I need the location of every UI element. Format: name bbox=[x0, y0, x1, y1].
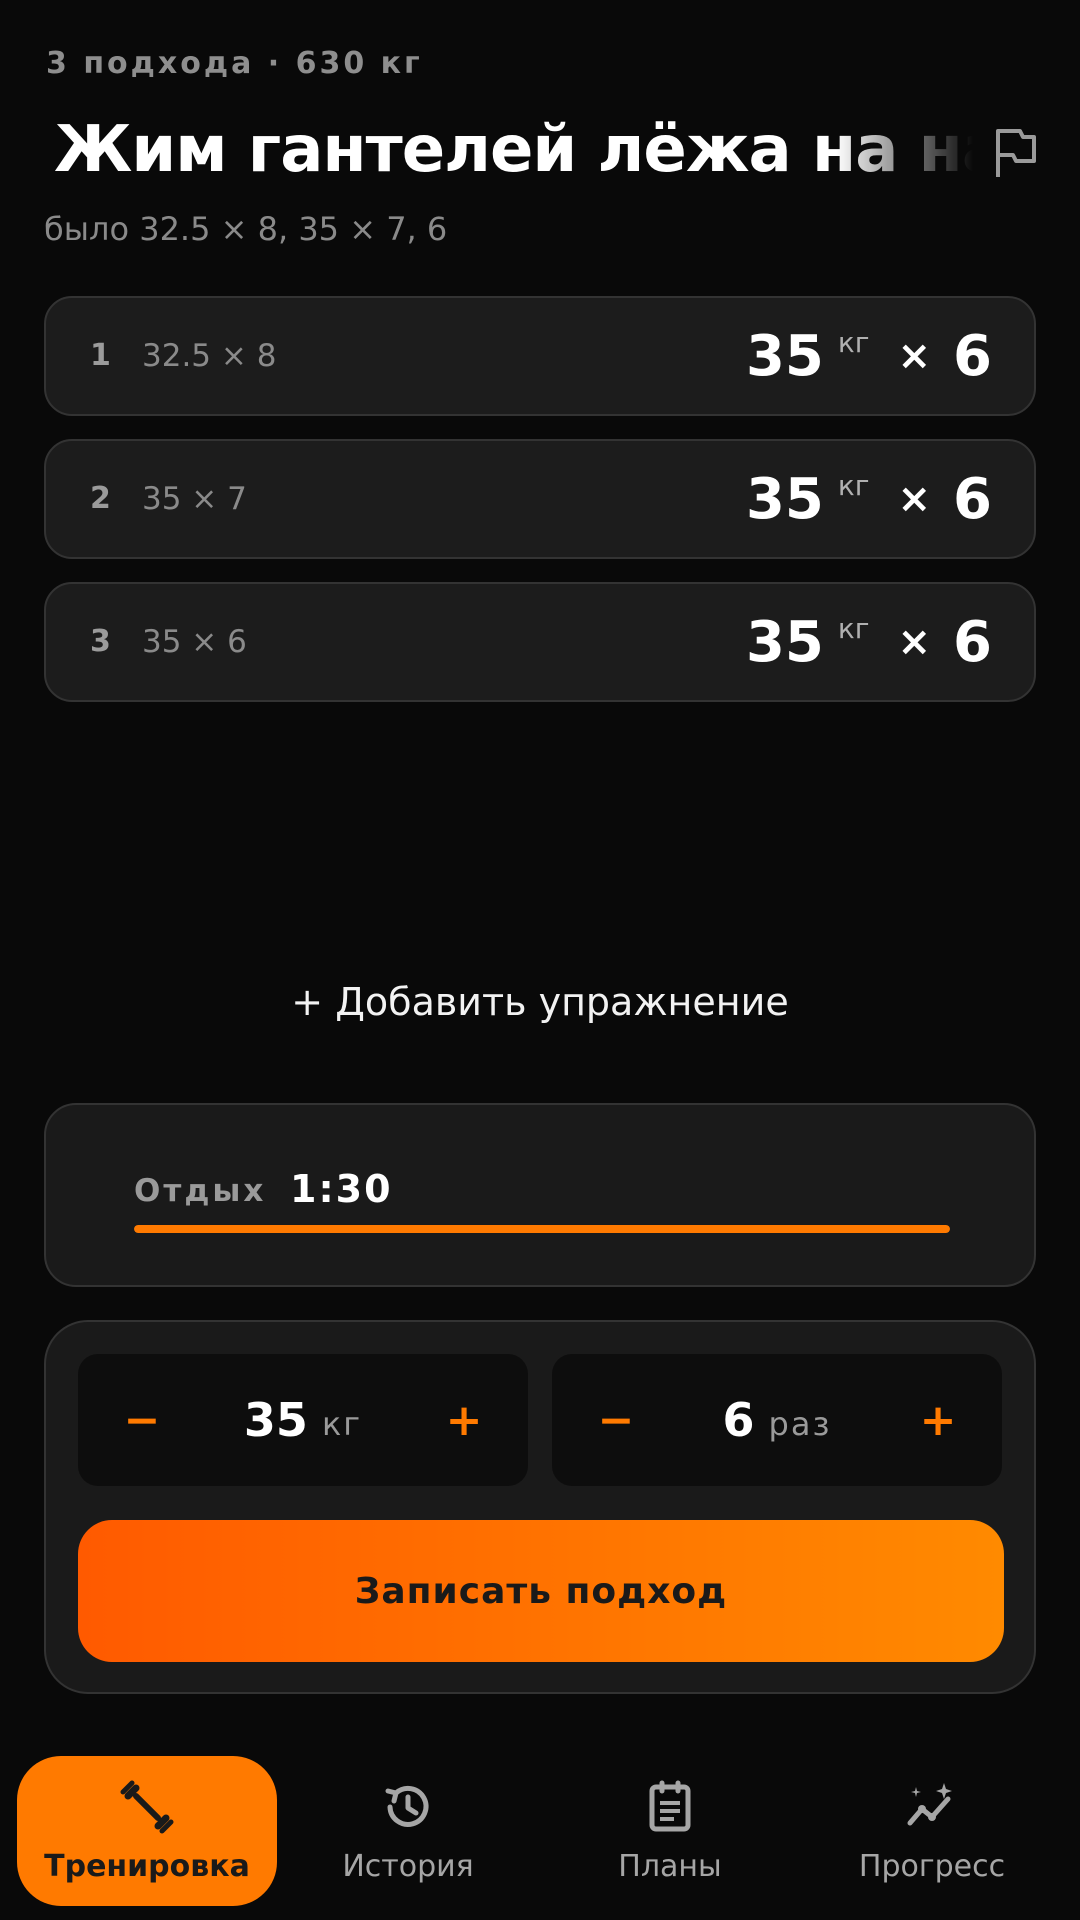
set-row[interactable]: 2 35 × 7 35 кг × 6 bbox=[44, 439, 1036, 559]
rest-progress-fill bbox=[134, 1225, 950, 1233]
log-set-button[interactable]: Записать подход bbox=[78, 1520, 1004, 1662]
nav-item-history[interactable]: История bbox=[278, 1756, 538, 1906]
reps-increase-button[interactable]: + bbox=[888, 1354, 988, 1486]
nav-item-workout[interactable]: Тренировка bbox=[17, 1756, 277, 1906]
set-reps: 6 bbox=[953, 609, 992, 675]
set-times: × bbox=[897, 476, 932, 522]
exercise-title[interactable]: Жим гантелей лёжа на наклонной скамье bbox=[54, 108, 974, 192]
set-times: × bbox=[897, 619, 932, 665]
nav-label: История bbox=[342, 1848, 474, 1884]
nav-label: Тренировка bbox=[44, 1848, 250, 1884]
workout-meta: 3 подхода · 630 кг bbox=[46, 46, 423, 81]
exercise-header: Жим гантелей лёжа на наклонной скамье bbox=[44, 108, 1044, 192]
weight-decrease-button[interactable]: − bbox=[92, 1354, 192, 1486]
dumbbell-icon bbox=[119, 1779, 175, 1835]
set-previous: 35 × 7 bbox=[142, 481, 247, 517]
set-number: 3 bbox=[90, 624, 111, 659]
rest-timer-card[interactable]: Отдых 1:30 bbox=[44, 1103, 1036, 1287]
reps-unit: раз bbox=[768, 1405, 832, 1443]
add-exercise-button[interactable]: + Добавить упражнение bbox=[0, 980, 1080, 1024]
nav-label: Прогресс bbox=[858, 1848, 1006, 1884]
previous-session: было 32.5 × 8, 35 × 7, 6 bbox=[44, 210, 448, 248]
set-weight: 35 bbox=[745, 323, 824, 389]
set-times: × bbox=[897, 333, 932, 379]
reps-value[interactable]: 6 раз bbox=[652, 1354, 902, 1486]
weight-value[interactable]: 35 кг bbox=[178, 1354, 428, 1486]
set-previous: 35 × 6 bbox=[142, 624, 247, 660]
nav-item-plans[interactable]: Планы bbox=[540, 1756, 800, 1906]
sets-list: 1 32.5 × 8 35 кг × 6 2 35 × 7 35 кг × 6 … bbox=[44, 296, 1036, 725]
rest-progress-track bbox=[134, 1225, 950, 1233]
set-row[interactable]: 3 35 × 6 35 кг × 6 bbox=[44, 582, 1036, 702]
flag-button[interactable] bbox=[984, 122, 1044, 182]
progress-chart-icon bbox=[904, 1779, 960, 1835]
set-row[interactable]: 1 32.5 × 8 35 кг × 6 bbox=[44, 296, 1036, 416]
set-number: 1 bbox=[90, 338, 111, 373]
set-number: 2 bbox=[90, 481, 111, 516]
weight-number: 35 bbox=[243, 1393, 308, 1447]
rest-time: 1:30 bbox=[290, 1167, 393, 1211]
set-unit: кг bbox=[837, 611, 870, 645]
reps-decrease-button[interactable]: − bbox=[566, 1354, 666, 1486]
nav-label: Планы bbox=[618, 1848, 722, 1884]
set-value: 35 кг × 6 bbox=[746, 441, 992, 557]
reps-stepper: − 6 раз + bbox=[552, 1354, 1002, 1486]
log-set-panel: − 35 кг + − 6 раз + Записать подход bbox=[44, 1320, 1036, 1694]
bottom-navigation: Тренировка История Планы Прогресс bbox=[0, 1752, 1080, 1920]
set-reps: 6 bbox=[953, 466, 992, 532]
set-weight: 35 bbox=[745, 466, 824, 532]
history-icon bbox=[380, 1779, 436, 1835]
weight-stepper: − 35 кг + bbox=[78, 1354, 528, 1486]
reps-number: 6 bbox=[722, 1393, 755, 1447]
weight-increase-button[interactable]: + bbox=[414, 1354, 514, 1486]
set-weight: 35 bbox=[745, 609, 824, 675]
set-value: 35 кг × 6 bbox=[746, 584, 992, 700]
clipboard-icon bbox=[642, 1779, 698, 1835]
set-unit: кг bbox=[837, 468, 870, 502]
set-value: 35 кг × 6 bbox=[746, 298, 992, 414]
set-unit: кг bbox=[837, 325, 870, 359]
nav-item-progress[interactable]: Прогресс bbox=[802, 1756, 1062, 1906]
set-reps: 6 bbox=[953, 323, 992, 389]
rest-label: Отдых bbox=[134, 1173, 267, 1209]
flag-icon bbox=[996, 129, 1036, 177]
weight-unit: кг bbox=[321, 1405, 363, 1443]
set-previous: 32.5 × 8 bbox=[142, 338, 277, 374]
workout-screen: 3 подхода · 630 кг Жим гантелей лёжа на … bbox=[0, 0, 1080, 1920]
